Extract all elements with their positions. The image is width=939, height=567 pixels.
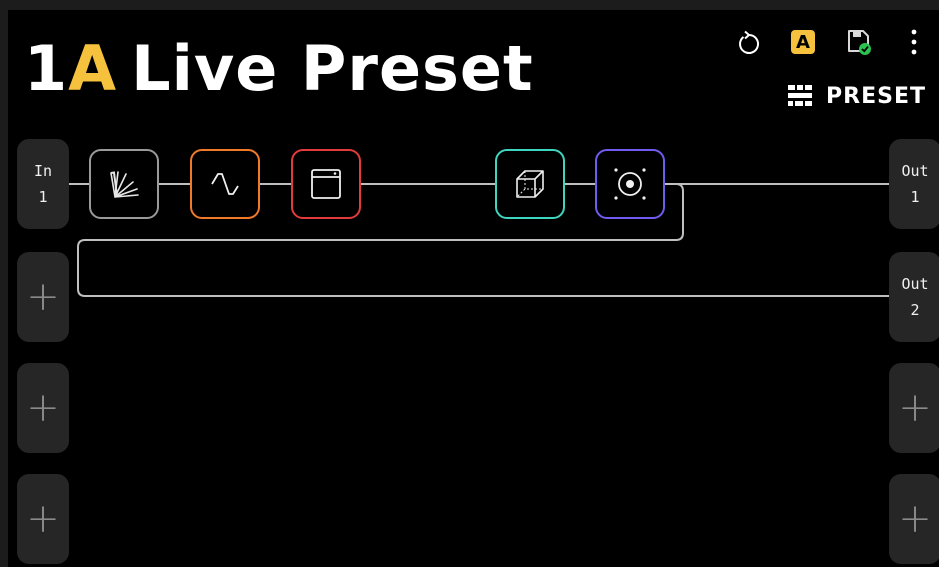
output-label: Out [901, 275, 929, 293]
more-vertical-icon [911, 29, 917, 55]
dynamics-fan-icon [110, 171, 139, 198]
undo-button[interactable] [734, 26, 764, 58]
filter-wave-icon [211, 173, 239, 195]
preset-bank: A [68, 32, 118, 105]
plus-icon: + [898, 496, 932, 542]
preset-title[interactable]: 1A Live Preset [24, 24, 534, 114]
preset-screen: 1A Live Preset A PRESET In 1 + + + Out 1… [8, 10, 939, 567]
plus-icon: + [898, 385, 932, 431]
bank-button[interactable]: A [788, 26, 818, 58]
input-number: 1 [38, 188, 48, 206]
input-label: In [33, 162, 53, 180]
block-dynamics[interactable] [89, 149, 159, 219]
preset-number: 1 [24, 32, 69, 105]
save-confirmed-icon [848, 30, 871, 55]
preset-name: Live Preset [131, 32, 534, 105]
output-number: 1 [910, 188, 920, 206]
amp-cabinet-icon [311, 169, 341, 199]
block-cube[interactable] [495, 149, 565, 219]
plus-icon: + [26, 496, 60, 542]
grid-view-icon [788, 85, 812, 106]
plus-icon: + [26, 385, 60, 431]
block-speaker[interactable] [595, 149, 665, 219]
speaker-icon [614, 168, 646, 200]
undo-icon [739, 30, 760, 54]
input-slot-4[interactable]: + [17, 474, 69, 564]
save-button[interactable] [844, 26, 874, 58]
input-slot-2[interactable]: + [17, 252, 69, 342]
input-slot-3[interactable]: + [17, 363, 69, 453]
output-slot-4[interactable]: + [889, 474, 939, 564]
input-1[interactable]: In 1 [17, 139, 69, 229]
block-filter[interactable] [190, 149, 260, 219]
output-number: 2 [910, 301, 920, 319]
bank-badge: A [791, 30, 815, 54]
output-label: Out [901, 162, 929, 180]
plus-icon: + [26, 274, 60, 320]
output-slot-3[interactable]: + [889, 363, 939, 453]
block-amp[interactable] [291, 149, 361, 219]
view-toggle[interactable]: PRESET [786, 80, 926, 112]
more-menu-button[interactable] [902, 26, 926, 58]
output-2[interactable]: Out 2 [889, 252, 939, 342]
view-label: PRESET [826, 83, 926, 109]
output-1[interactable]: Out 1 [889, 139, 939, 229]
cube-icon [516, 170, 544, 198]
